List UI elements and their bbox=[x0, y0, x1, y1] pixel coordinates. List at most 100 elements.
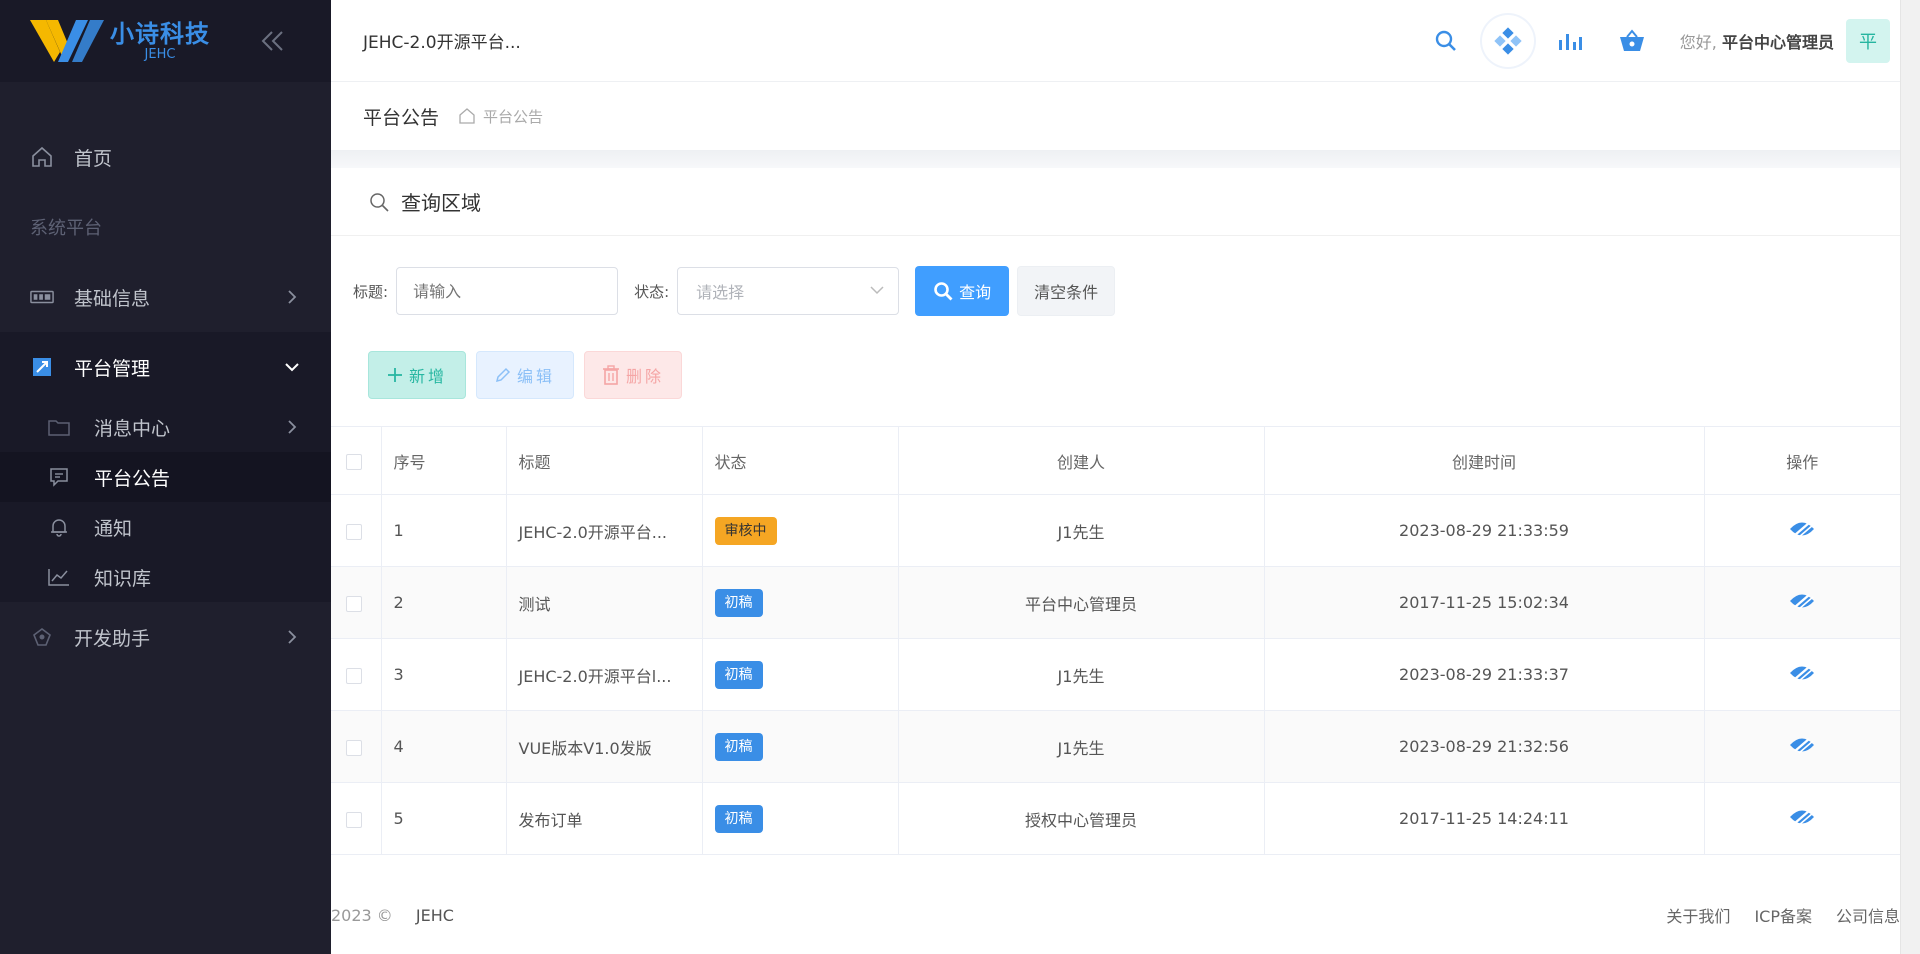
status-select[interactable]: 请选择 bbox=[677, 267, 900, 315]
trash-icon bbox=[602, 365, 620, 385]
brand-text: 小诗科技 JEHC bbox=[110, 22, 210, 61]
title-filter-label: 标题: bbox=[353, 282, 389, 301]
delete-button[interactable]: 删除 bbox=[584, 351, 682, 399]
view-detail-icon[interactable] bbox=[1789, 664, 1815, 682]
notice-table: 序号 标题 状态 创建人 创建时间 操作 1 JEHC-2.0开源平台... 审… bbox=[331, 426, 1900, 855]
footer-link-about[interactable]: 关于我们 bbox=[1666, 903, 1730, 927]
topbar-title[interactable]: JEHC-2.0开源平台... bbox=[363, 28, 521, 53]
sidebar-collapse-button[interactable] bbox=[258, 26, 288, 56]
basket-button[interactable] bbox=[1606, 15, 1658, 67]
clear-button[interactable]: 清空条件 bbox=[1017, 266, 1116, 316]
chevron-down-icon bbox=[870, 286, 884, 295]
row-op-cell bbox=[1704, 710, 1900, 783]
table-row[interactable]: 4 VUE版本V1.0发版 初稿 J1先生 2023-08-29 21:32:5… bbox=[331, 710, 1900, 783]
footer-link-company[interactable]: 公司信息 bbox=[1836, 903, 1900, 927]
row-checkbox[interactable] bbox=[346, 811, 362, 828]
view-detail-icon[interactable] bbox=[1789, 808, 1815, 826]
sidebar-item-label: 消息中心 bbox=[94, 417, 171, 440]
bell-icon bbox=[48, 516, 70, 538]
row-status-cell: 审核中 bbox=[702, 494, 899, 567]
brand-sub: JEHC bbox=[144, 46, 176, 62]
chevron-right-icon bbox=[288, 420, 297, 434]
row-no: 5 bbox=[381, 782, 507, 855]
row-creator: J1先生 bbox=[898, 638, 1265, 711]
status-badge: 初稿 bbox=[714, 660, 763, 689]
footer-brand: JEHC bbox=[415, 905, 454, 925]
apps-button[interactable] bbox=[1481, 15, 1534, 67]
footer-link-icp[interactable]: ICP备案 bbox=[1754, 903, 1812, 927]
plus-icon bbox=[387, 367, 403, 383]
row-checkbox[interactable] bbox=[346, 595, 362, 612]
sidebar-item-home[interactable]: 首页 bbox=[0, 122, 331, 192]
table-body: 1 JEHC-2.0开源平台... 审核中 J1先生 2023-08-29 21… bbox=[331, 494, 1900, 855]
view-detail-icon[interactable] bbox=[1789, 520, 1815, 538]
row-checkbox[interactable] bbox=[346, 667, 362, 684]
row-title: VUE版本V1.0发版 bbox=[506, 710, 703, 783]
row-creator: 平台中心管理员 bbox=[898, 566, 1265, 639]
row-select-cell bbox=[331, 782, 382, 855]
column-header[interactable]: 序号 bbox=[381, 426, 507, 495]
breadcrumb-item[interactable]: 平台公告 bbox=[459, 106, 543, 127]
view-detail-icon[interactable] bbox=[1789, 592, 1815, 610]
sidebar-item-platform-management[interactable]: 平台管理 bbox=[0, 332, 331, 402]
user-name[interactable]: 平台中心管理员 bbox=[1722, 33, 1834, 52]
sidebar-menu: 首页 系统平台 基础信息 平台管理 消息中心 平台公告 通知 知识库 开发助手 bbox=[0, 82, 331, 672]
row-time: 2017-11-25 15:02:34 bbox=[1264, 566, 1705, 639]
avatar[interactable]: 平 bbox=[1846, 19, 1890, 63]
edit-button-label: 编辑 bbox=[516, 367, 555, 386]
search-button[interactable] bbox=[1420, 15, 1472, 67]
select-all-checkbox[interactable] bbox=[346, 453, 362, 470]
stats-button[interactable] bbox=[1544, 15, 1596, 67]
row-select-cell bbox=[331, 638, 382, 711]
sidebar-item-knowledge-base[interactable]: 知识库 bbox=[0, 552, 331, 602]
menu-group-title: 系统平台 bbox=[30, 218, 102, 239]
column-header[interactable]: 创建人 bbox=[898, 426, 1265, 495]
row-op-cell bbox=[1704, 566, 1900, 639]
add-button[interactable]: 新增 bbox=[368, 351, 466, 399]
row-checkbox[interactable] bbox=[346, 523, 362, 540]
column-header[interactable]: 创建时间 bbox=[1264, 426, 1705, 495]
row-select-cell bbox=[331, 710, 382, 783]
home-icon bbox=[459, 108, 475, 124]
row-no: 4 bbox=[381, 710, 507, 783]
query-section-header: 查询区域 bbox=[331, 168, 1900, 236]
search-button[interactable]: 查询 bbox=[915, 266, 1010, 316]
brand-name: 小诗科技 bbox=[110, 19, 210, 48]
main-area: JEHC-2.0开源平台... 您好, 平台中心管理员 平 平台公告 平台公告 … bbox=[331, 0, 1920, 954]
chat-icon bbox=[48, 466, 70, 488]
brand-logo-icon bbox=[28, 16, 108, 66]
edit-button[interactable]: 编辑 bbox=[476, 351, 574, 399]
title-input[interactable] bbox=[396, 267, 619, 315]
table-row[interactable]: 2 测试 初稿 平台中心管理员 2017-11-25 15:02:34 bbox=[331, 566, 1900, 639]
sidebar-item-label: 知识库 bbox=[94, 567, 152, 590]
row-checkbox[interactable] bbox=[346, 739, 362, 756]
sidebar-item-label: 平台公告 bbox=[94, 467, 171, 490]
sidebar-item-label: 平台管理 bbox=[74, 357, 151, 380]
row-status-cell: 初稿 bbox=[702, 638, 899, 711]
column-header[interactable]: 状态 bbox=[702, 426, 899, 495]
greeting-prefix: 您好, bbox=[1679, 33, 1717, 52]
table-row[interactable]: 5 发布订单 初稿 授权中心管理员 2017-11-25 14:24:11 bbox=[331, 782, 1900, 855]
row-title: 测试 bbox=[506, 566, 703, 639]
chevron-right-icon bbox=[288, 630, 297, 644]
table-row[interactable]: 3 JEHC-2.0开源平台l... 初稿 J1先生 2023-08-29 21… bbox=[331, 638, 1900, 711]
page-scrollbar[interactable] bbox=[1900, 0, 1920, 954]
search-icon bbox=[1435, 30, 1456, 51]
platform-icon bbox=[30, 355, 54, 379]
status-badge: 初稿 bbox=[714, 732, 763, 761]
column-header[interactable]: 标题 bbox=[506, 426, 703, 495]
filter-row: 标题: 状态: 请选择 查询 清空条件 bbox=[331, 236, 1900, 346]
sidebar-item-dev-helper[interactable]: 开发助手 bbox=[0, 602, 331, 672]
sidebar-item-platform-notice[interactable]: 平台公告 bbox=[0, 452, 331, 502]
view-detail-icon[interactable] bbox=[1789, 736, 1815, 754]
table-row[interactable]: 1 JEHC-2.0开源平台... 审核中 J1先生 2023-08-29 21… bbox=[331, 494, 1900, 567]
chevron-down-icon bbox=[285, 363, 299, 372]
row-time: 2023-08-29 21:33:37 bbox=[1264, 638, 1705, 711]
sidebar-item-notification[interactable]: 通知 bbox=[0, 502, 331, 552]
row-title: 发布订单 bbox=[506, 782, 703, 855]
row-creator: J1先生 bbox=[898, 710, 1265, 783]
sidebar-item-basic-info[interactable]: 基础信息 bbox=[0, 262, 331, 332]
sidebar-item-message-center[interactable]: 消息中心 bbox=[0, 402, 331, 452]
row-select-cell bbox=[331, 566, 382, 639]
toolbar: 新增 编辑 删除 bbox=[331, 346, 1900, 426]
